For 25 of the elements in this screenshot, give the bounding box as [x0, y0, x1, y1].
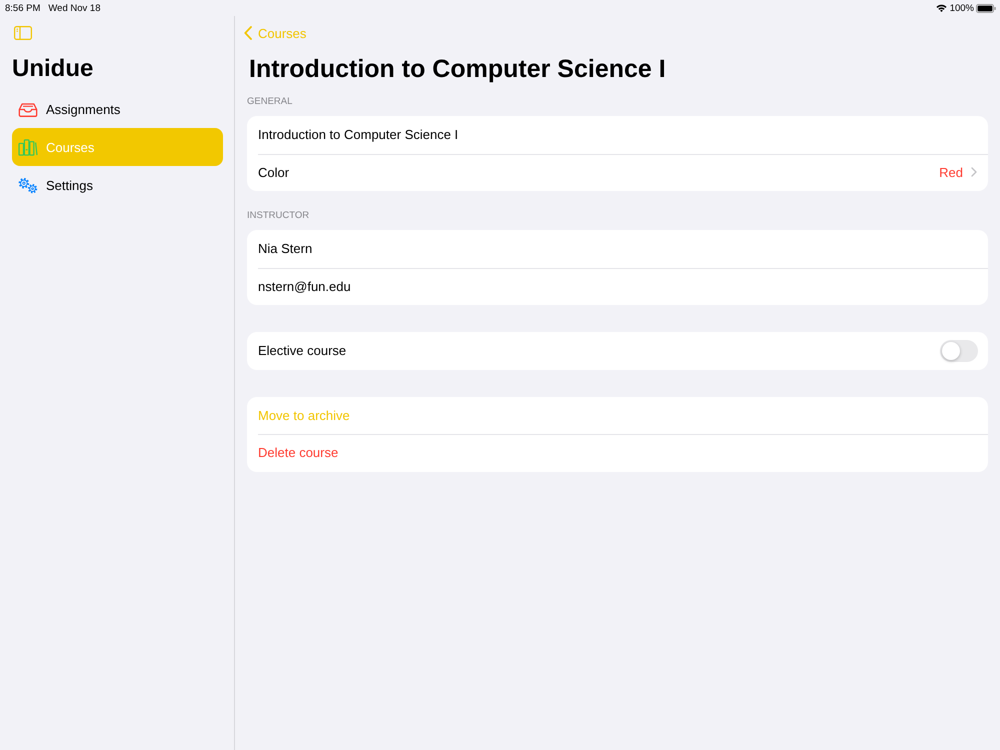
section-header: INSTRUCTOR: [247, 210, 310, 222]
toggle-switch[interactable]: [940, 340, 978, 362]
tray-icon: [18, 100, 38, 118]
sidebar-item[interactable]: Assignments: [12, 90, 223, 128]
delete-button[interactable]: Delete course: [247, 434, 988, 472]
battery-icon: [976, 4, 996, 12]
sidebar-toggle-icon[interactable]: [14, 26, 32, 40]
status-date: Wed Nov 18: [48, 2, 100, 14]
page-title: Introduction to Computer Science I: [249, 54, 667, 84]
text-field[interactable]: Introduction to Computer Science I: [247, 116, 988, 154]
color-value[interactable]: Red: [939, 164, 963, 180]
sidebar-item[interactable]: Settings: [12, 166, 223, 204]
wifi-icon: [936, 4, 947, 12]
status-time: 8:56 PM: [5, 2, 40, 14]
battery-percentage: 100%: [950, 2, 974, 14]
gears-icon: [18, 176, 38, 194]
toggle-label: Elective course: [258, 343, 346, 358]
app-title: Unidue: [12, 55, 94, 83]
section-header: GENERAL: [247, 96, 294, 108]
text-field[interactable]: nstern@fun.edu: [247, 268, 988, 305]
chevron-right-icon: [971, 167, 977, 178]
chevron-left-icon: [244, 26, 252, 40]
text-field[interactable]: Nia Stern: [247, 230, 988, 268]
row-label: Color: [258, 164, 290, 180]
books-icon: [18, 138, 38, 156]
